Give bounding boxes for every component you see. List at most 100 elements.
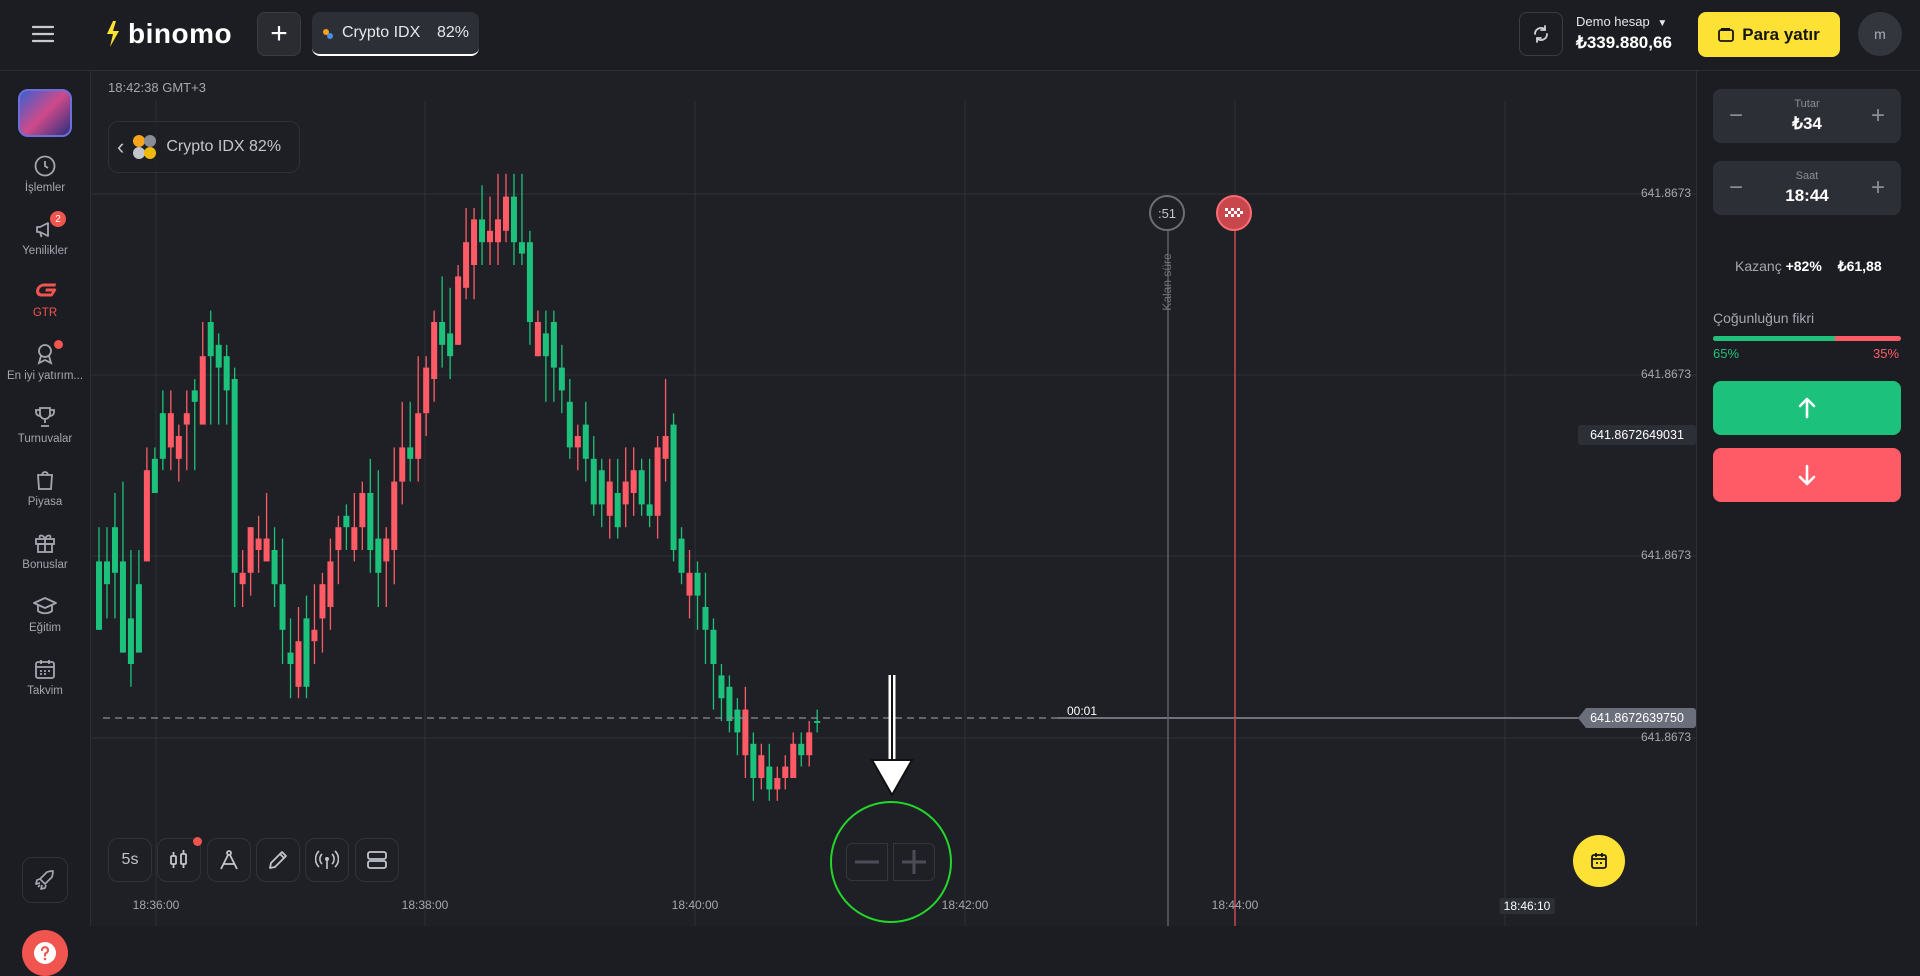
candle-body	[566, 401, 573, 448]
majority-down-percent: 35%	[1873, 346, 1900, 361]
candle-body	[183, 413, 190, 425]
help-button[interactable]	[22, 930, 68, 976]
crypto-coins-icon	[133, 135, 157, 159]
annotation-overlay	[830, 675, 952, 923]
arrow-down-icon	[1798, 464, 1816, 486]
candle-body	[295, 641, 302, 687]
candle-body	[199, 356, 206, 425]
signals-button[interactable]	[305, 838, 349, 882]
candle-body	[111, 527, 118, 573]
candle-body	[782, 766, 789, 778]
candle-body	[638, 470, 645, 505]
majority-up-percent: 65%	[1713, 346, 1740, 361]
candle-body	[279, 584, 286, 630]
candle-body	[479, 219, 486, 243]
candle-body	[718, 675, 725, 699]
chart-type-button[interactable]	[157, 837, 202, 882]
candle-body	[303, 618, 310, 687]
candle-body	[774, 778, 781, 790]
asset-card-label: Crypto IDX 82%	[166, 138, 282, 155]
candle-body	[327, 561, 334, 607]
y-axis-label: 641.8673	[1641, 367, 1692, 381]
bag-icon	[37, 471, 53, 490]
candle-body	[798, 743, 805, 756]
menu-icon[interactable]	[30, 22, 56, 46]
sidebar-item-news[interactable]: Yenilikler 2	[0, 211, 90, 257]
candle-body	[694, 572, 701, 596]
sidebar-item-trades[interactable]: İşlemler	[0, 154, 90, 194]
sidebar-avatar[interactable]	[18, 89, 72, 137]
candle-body	[550, 322, 557, 368]
news-badge: 2	[50, 211, 66, 227]
account-switcher[interactable]: Demo hesap ▼ ₺339.880,66	[1576, 14, 1696, 53]
sidebar-item-label: Yenilikler	[22, 245, 68, 257]
amount-increase-button[interactable]: +	[1863, 101, 1893, 131]
sidebar-item-education[interactable]: Eğitim	[0, 594, 90, 634]
graduation-cap-icon	[33, 597, 57, 615]
binomo-logo-icon	[107, 21, 119, 47]
candle-body	[391, 481, 398, 550]
candle-body	[790, 743, 797, 778]
finish-flag-badge	[1216, 195, 1252, 231]
candle-body	[495, 219, 501, 243]
account-balance: ₺339.880,66	[1576, 33, 1672, 52]
sidebar-item-bonuses[interactable]: Bonuslar	[0, 531, 90, 571]
sidebar-item-label: Piyasa	[27, 496, 63, 508]
y-axis-label: 641.8673	[1641, 730, 1692, 744]
pencil-icon	[269, 851, 287, 869]
layout-button[interactable]	[355, 838, 399, 882]
candle-body	[766, 766, 773, 790]
sidebar-item-top-investors[interactable]: En iyi yatırım...	[0, 340, 90, 382]
rocket-button[interactable]	[22, 857, 68, 903]
timeframe-button[interactable]: 5s	[108, 838, 152, 882]
account-label: Demo hesap	[1576, 14, 1650, 29]
drawing-tools-button[interactable]	[256, 838, 300, 882]
candle-body	[654, 447, 661, 516]
trophy-icon	[35, 407, 55, 427]
candle-body	[215, 344, 222, 368]
asset-card[interactable]: ‹ Crypto IDX 82%	[108, 121, 300, 173]
indicators-button[interactable]	[207, 838, 251, 882]
compass-icon	[220, 850, 238, 870]
deposit-button[interactable]: Para yatır	[1698, 12, 1840, 57]
add-asset-button[interactable]: +	[257, 12, 301, 56]
candle-body	[343, 515, 350, 528]
candle-body	[207, 322, 214, 357]
avatar[interactable]: m	[1858, 12, 1902, 56]
candle-body	[359, 493, 366, 528]
sidebar-item-gtr[interactable]: GTR	[0, 279, 90, 319]
logo-text: binomo	[128, 18, 233, 49]
candle-body	[143, 470, 150, 562]
sidebar-item-tournaments[interactable]: Turnuvalar	[0, 405, 90, 445]
y-axis-label: 641.8673	[1641, 186, 1692, 200]
time-stepper[interactable]: − Saat 18:44 +	[1713, 161, 1901, 215]
candle-body	[726, 686, 733, 721]
sidebar-item-label: Bonuslar	[22, 559, 68, 571]
payout-info: Kazanç +82% ₺61,88	[1735, 258, 1882, 275]
clock-icon	[34, 155, 56, 177]
asset-tab[interactable]: Crypto IDX 82%	[312, 12, 479, 56]
time-increase-button[interactable]: +	[1863, 173, 1893, 203]
top-bar: binomo + Crypto IDX 82% Demo hesap ▼ ₺33…	[0, 0, 1920, 71]
trade-down-button[interactable]	[1713, 448, 1901, 502]
candlestick-icon	[170, 850, 187, 868]
sidebar-item-market[interactable]: Piyasa	[0, 468, 90, 508]
candle-body	[407, 447, 414, 459]
switch-account-button[interactable]	[1519, 12, 1563, 56]
candle-body	[119, 561, 126, 653]
y-axis-label: 641.8673	[1641, 548, 1692, 562]
sidebar-item-label: GTR	[32, 307, 58, 319]
trade-up-button[interactable]	[1713, 381, 1901, 435]
candle-body	[526, 242, 533, 322]
economic-calendar-button[interactable]	[1573, 835, 1625, 887]
candle-body	[558, 367, 565, 391]
payout-percent: +82%	[1785, 258, 1822, 274]
chevron-left-icon: ‹	[117, 134, 125, 159]
sidebar-item-calendar[interactable]: Takvim	[0, 657, 90, 697]
candle-body	[622, 481, 629, 505]
candle-body	[271, 550, 278, 585]
amount-stepper[interactable]: − Tutar ₺34 +	[1713, 89, 1901, 143]
calendar-icon	[1591, 853, 1607, 869]
logo[interactable]: binomo	[104, 18, 232, 50]
chevron-down-icon: ▼	[1657, 18, 1668, 29]
